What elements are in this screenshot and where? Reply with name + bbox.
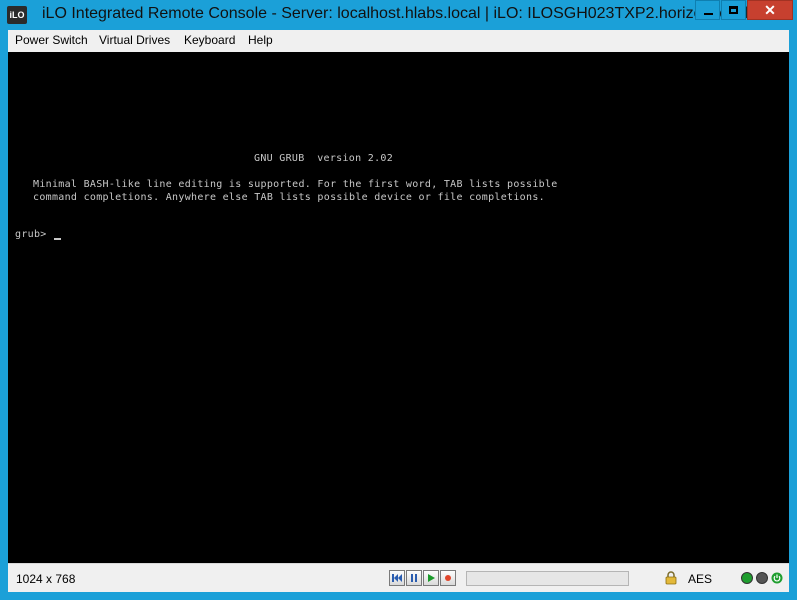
grub-prompt: grub>: [15, 229, 47, 240]
record-button[interactable]: [440, 570, 456, 586]
status-led-gray: [756, 572, 768, 584]
close-button[interactable]: ✕: [747, 0, 793, 20]
text-cursor: [54, 238, 61, 240]
pause-button[interactable]: [406, 570, 422, 586]
encryption-label: AES: [688, 572, 713, 586]
pause-icon: [411, 574, 417, 582]
play-button[interactable]: [423, 570, 439, 586]
menu-keyboard[interactable]: Keyboard: [184, 33, 235, 47]
menu-help[interactable]: Help: [248, 33, 273, 47]
status-bar: 1024 x 768 AES: [8, 563, 789, 592]
record-icon: [445, 575, 451, 581]
grub-info-line-1: Minimal BASH-like line editing is suppor…: [33, 179, 558, 190]
play-icon: [428, 574, 435, 582]
skip-back-button[interactable]: [389, 570, 405, 586]
lock-icon: [665, 571, 677, 585]
menu-virtual-drives[interactable]: Virtual Drives: [99, 33, 170, 47]
remote-console-screen[interactable]: GNU GRUB version 2.02 Minimal BASH-like …: [8, 52, 789, 563]
status-led-green: [741, 572, 753, 584]
playback-progress-bar[interactable]: [466, 571, 629, 586]
window-title: iLO Integrated Remote Console - Server: …: [42, 5, 749, 22]
minimize-icon: [704, 13, 713, 15]
skip-back-icon: [392, 574, 402, 582]
maximize-icon: [729, 6, 738, 14]
menu-power-switch[interactable]: Power Switch: [15, 33, 88, 47]
title-bar[interactable]: iLO iLO Integrated Remote Console - Serv…: [0, 0, 797, 30]
remote-console-window: iLO iLO Integrated Remote Console - Serv…: [0, 0, 797, 600]
resolution-label: 1024 x 768: [16, 572, 76, 586]
menu-bar: Power Switch Virtual Drives Keyboard Hel…: [8, 30, 789, 52]
grub-info-line-2: command completions. Anywhere else TAB l…: [33, 192, 545, 203]
ilo-app-icon[interactable]: iLO: [7, 6, 27, 24]
maximize-button[interactable]: [721, 0, 746, 20]
power-icon[interactable]: [771, 572, 783, 584]
minimize-button[interactable]: [695, 0, 720, 20]
close-icon: ✕: [764, 2, 776, 18]
grub-version-header: GNU GRUB version 2.02: [254, 153, 394, 164]
